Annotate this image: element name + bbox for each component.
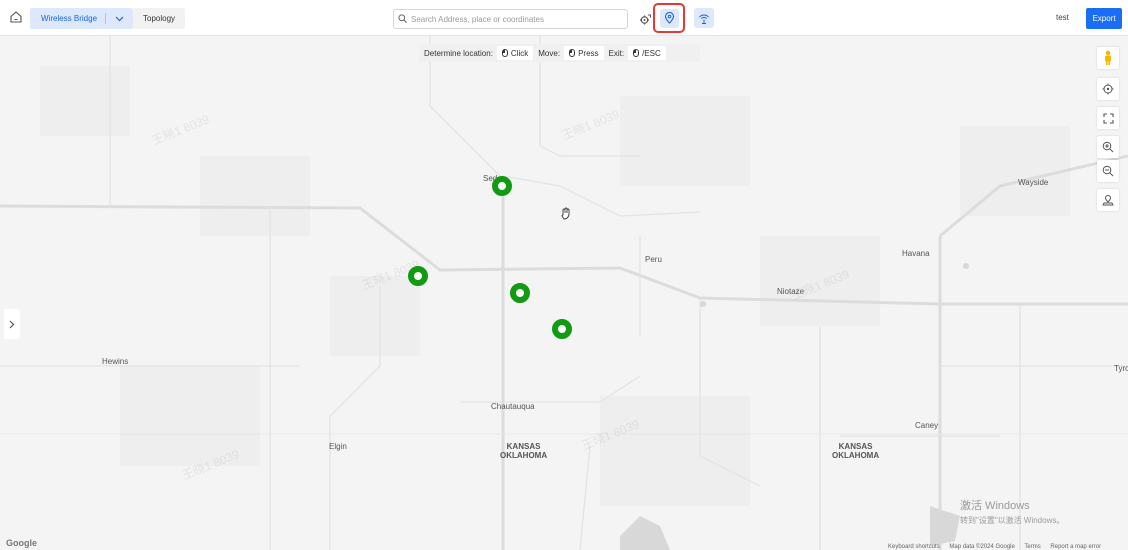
hint-exit-label: Exit:: [608, 48, 625, 58]
activation-subtitle: 转到"设置"以激活 Windows。: [960, 516, 1065, 525]
place-label: Tyro: [1114, 364, 1128, 373]
hint-move-label: Move:: [538, 48, 561, 58]
map-roads: [0, 36, 1128, 550]
activation-title: 激活 Windows: [960, 500, 1030, 512]
hint-esc-key: /ESC: [628, 46, 666, 60]
report-error-link[interactable]: Report a map error: [1050, 544, 1101, 550]
search-input[interactable]: [411, 14, 621, 24]
map-pin-area-icon[interactable]: [1097, 189, 1119, 211]
map-data-attribution: Map data ©2024 Google: [949, 544, 1015, 550]
wireless-bridge-icon[interactable]: [694, 8, 714, 28]
search-icon: [398, 10, 407, 28]
place-label: Caney: [915, 421, 939, 430]
hand-cursor-icon: [560, 207, 572, 225]
fullscreen-icon[interactable]: [1097, 107, 1119, 129]
place-label: Peru: [645, 255, 662, 264]
view-tabs: Wireless Bridge Topology: [30, 8, 186, 29]
state-name-oklahoma: OKLAHOMA: [500, 451, 548, 460]
device-marker[interactable]: [408, 266, 428, 286]
zoom-in-icon[interactable]: [1097, 136, 1119, 158]
location-hint-bar: Determine location: Click Move: Press Ex…: [419, 44, 700, 62]
search-box: [393, 9, 628, 29]
place-label: Elgin: [329, 442, 347, 451]
place-label: Chautauqua: [491, 402, 535, 411]
device-marker[interactable]: [492, 176, 512, 196]
place-label: Havana: [902, 249, 930, 258]
zoom-out-icon[interactable]: [1097, 160, 1119, 182]
home-icon[interactable]: [9, 10, 23, 24]
tab-label: Wireless Bridge: [41, 14, 98, 23]
panel-expand-button[interactable]: [4, 309, 20, 339]
place-label: Wayside: [1018, 178, 1049, 187]
tab-wireless-bridge[interactable]: Wireless Bridge: [30, 8, 134, 29]
windows-activation-notice: 激活 Windows 转到"设置"以激活 Windows。: [960, 497, 1064, 526]
mouse-icon: [633, 49, 640, 57]
keyboard-shortcuts-link[interactable]: Keyboard shortcuts: [888, 544, 940, 550]
hint-key-text: /ESC: [642, 48, 661, 58]
hint-determine-label: Determine location:: [424, 48, 493, 58]
place-label: Niotaze: [777, 287, 805, 296]
locate-button[interactable]: [653, 3, 685, 33]
terms-link[interactable]: Terms: [1024, 544, 1040, 550]
state-border-label: KANSAS OKLAHOMA: [832, 442, 879, 460]
state-name-oklahoma: OKLAHOMA: [832, 451, 880, 460]
mouse-icon: [569, 49, 576, 57]
export-button[interactable]: Export: [1086, 8, 1122, 29]
chevron-down-icon[interactable]: [113, 13, 125, 25]
place-label: Hewins: [102, 357, 129, 366]
map-footer: Keyboard shortcuts Map data ©2024 Google…: [888, 544, 1109, 550]
user-name[interactable]: test: [1056, 13, 1069, 22]
tab-topology[interactable]: Topology: [133, 8, 186, 29]
device-marker[interactable]: [510, 283, 530, 303]
google-logo: Google: [6, 538, 37, 548]
my-location-icon[interactable]: [1097, 78, 1119, 100]
location-pin-icon: [659, 8, 679, 28]
route-settings-icon[interactable]: [635, 9, 655, 29]
hint-key-text: Press: [578, 48, 599, 58]
mouse-icon: [501, 49, 508, 57]
state-border-label: KANSAS OKLAHOMA: [500, 442, 547, 460]
street-view-pegman-icon[interactable]: [1097, 47, 1119, 69]
state-name-kansas: KANSAS: [506, 442, 541, 451]
tab-divider: [105, 13, 107, 24]
hint-key-text: Click: [510, 48, 529, 58]
hint-click-key: Click: [496, 46, 534, 60]
device-marker[interactable]: [552, 319, 572, 339]
state-name-kansas: KANSAS: [838, 442, 873, 451]
hint-press-key: Press: [564, 46, 604, 60]
top-bar: Wireless Bridge Topology test Export: [0, 0, 1128, 36]
map-canvas[interactable]: 王晓1 8039 王晓1 8039 王晓1 8039 王晓1 8039 王晓1 …: [0, 36, 1128, 550]
tab-label: Topology: [143, 14, 176, 23]
